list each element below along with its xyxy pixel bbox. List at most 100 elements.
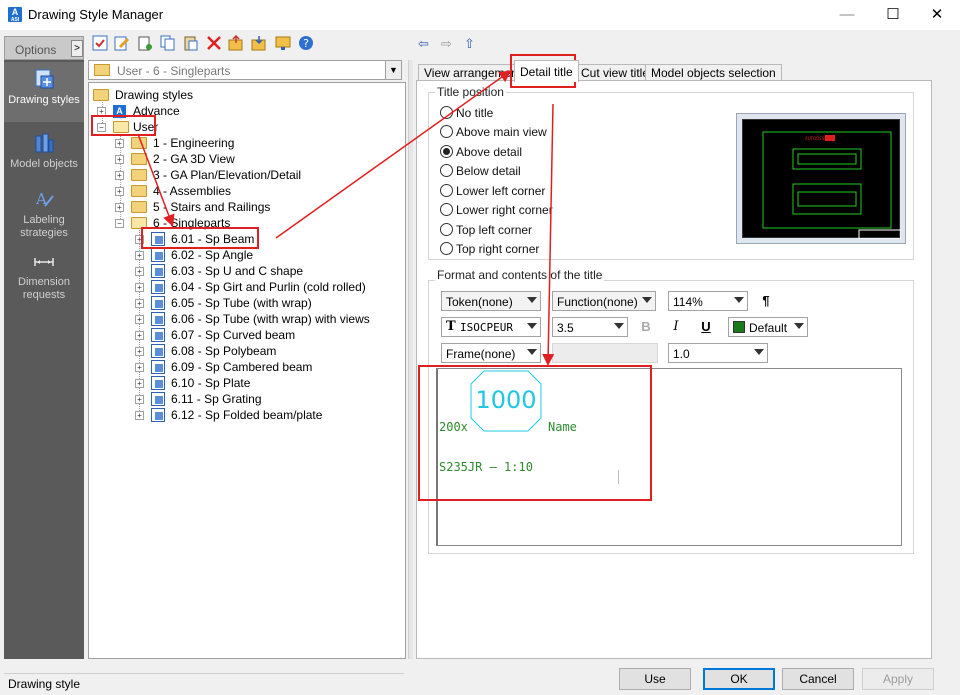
tree-label: 1 - Engineering	[153, 136, 235, 150]
font-dropdown[interactable]: T ISOCPEUR	[441, 317, 541, 337]
radio-above-main-view[interactable]: Above main view	[440, 125, 590, 141]
drawing-style-icon	[151, 344, 165, 358]
pilcrow-icon[interactable]: ¶	[756, 291, 776, 311]
collapse-icon[interactable]: −	[115, 219, 124, 228]
up-arrow-icon[interactable]: ⇧	[464, 36, 475, 52]
nav-dimension-requests[interactable]: Dimension requests	[4, 248, 84, 304]
token-dropdown[interactable]: Token(none)	[441, 291, 541, 311]
color-dropdown[interactable]: Default	[728, 317, 808, 337]
zoom-dropdown[interactable]: 114%	[668, 291, 748, 311]
svg-text:AUTODESK: AUTODESK	[805, 136, 827, 141]
drawing-styles-tree: Drawing styles + A Advance − User +1 - E…	[88, 82, 406, 659]
new-icon[interactable]	[137, 35, 153, 51]
drawing-style-icon	[151, 392, 165, 406]
frame-dropdown[interactable]: Frame(none)	[441, 343, 541, 363]
svg-text:?: ?	[303, 37, 309, 50]
tree-label: 6.08 - Sp Polybeam	[171, 344, 277, 358]
model-objects-icon	[35, 133, 54, 153]
radio-top-left-corner[interactable]: Top left corner	[440, 223, 590, 239]
radio-lower-right-corner[interactable]: Lower right corner	[440, 203, 590, 219]
left-navigation: Options > Drawing styles Model objects A…	[4, 36, 84, 659]
tree-label: 6.03 - Sp U and C shape	[171, 264, 304, 278]
text-size-dropdown[interactable]: 3.5	[552, 317, 628, 337]
format-legend: Format and contents of the title	[435, 268, 605, 282]
expand-icon[interactable]: +	[135, 251, 144, 260]
nav-drawing-styles[interactable]: Drawing styles	[4, 62, 84, 122]
copy-icon[interactable]	[160, 35, 176, 51]
italic-button[interactable]: I	[666, 317, 686, 337]
expand-icon[interactable]: +	[135, 411, 144, 420]
drawing-style-selector[interactable]: User - 6 - Singleparts ▼	[88, 60, 402, 80]
help-icon[interactable]: ?	[298, 35, 314, 51]
drawing-style-icon	[151, 280, 165, 294]
tree-label: 4 - Assemblies	[153, 184, 232, 198]
ok-button[interactable]: OK	[703, 668, 775, 690]
expand-icon[interactable]: +	[135, 347, 144, 356]
minimize-button[interactable]: —	[824, 0, 870, 30]
tree-label: 6.07 - Sp Curved beam	[171, 328, 296, 342]
nav-dimension-label-1: Dimension	[18, 276, 70, 288]
edit-icon[interactable]	[114, 35, 130, 51]
radio-top-right-corner[interactable]: Top right corner	[440, 242, 590, 258]
maximize-button[interactable]: ☐	[870, 0, 916, 30]
ratio-dropdown[interactable]: 1.0	[668, 343, 768, 363]
expand-icon[interactable]: +	[115, 187, 124, 196]
bold-button[interactable]: B	[636, 317, 656, 337]
folder-icon	[131, 153, 147, 165]
expand-icon[interactable]: +	[135, 395, 144, 404]
expand-icon[interactable]: +	[135, 331, 144, 340]
expand-icon[interactable]: +	[135, 267, 144, 276]
forward-arrow-icon[interactable]: ⇨	[441, 36, 452, 52]
drawing-style-icon	[151, 376, 165, 390]
expand-icon[interactable]: +	[115, 171, 124, 180]
options-bar[interactable]: Options >	[4, 36, 84, 60]
radio-below-detail[interactable]: Below detail	[440, 164, 590, 180]
options-expand-button[interactable]: >	[71, 40, 83, 57]
tree-label: 6.09 - Sp Cambered beam	[171, 360, 313, 374]
cancel-button[interactable]: Cancel	[782, 668, 854, 690]
delete-icon[interactable]	[206, 35, 222, 51]
folder-import-icon[interactable]	[251, 35, 267, 51]
folder-icon	[93, 89, 109, 101]
back-arrow-icon[interactable]: ⇦	[418, 36, 429, 52]
expand-icon[interactable]: +	[135, 315, 144, 324]
window-title: Drawing Style Manager	[28, 7, 164, 22]
preview-drawing-graphic: AUTODESK	[762, 131, 902, 240]
nav-labeling-strategies[interactable]: A Labeling strategies	[4, 186, 84, 242]
underline-button[interactable]: U	[696, 317, 716, 337]
options-label: Options	[15, 43, 57, 57]
expand-icon[interactable]: +	[115, 155, 124, 164]
expand-icon[interactable]: +	[135, 299, 144, 308]
expand-icon[interactable]: +	[135, 379, 144, 388]
expand-icon[interactable]: +	[135, 363, 144, 372]
preview-icon[interactable]	[275, 35, 291, 51]
check-icon[interactable]	[92, 35, 108, 51]
apply-button[interactable]: Apply	[862, 668, 934, 690]
radio-lower-left-corner[interactable]: Lower left corner	[440, 184, 590, 200]
close-button[interactable]: ✕	[914, 0, 960, 30]
expand-icon[interactable]: +	[115, 203, 124, 212]
paste-icon[interactable]	[183, 35, 199, 51]
tree-label: 2 - GA 3D View	[153, 152, 235, 166]
radio-no-title[interactable]: No title	[440, 106, 590, 122]
panel-splitter[interactable]	[408, 60, 413, 659]
nav-model-objects[interactable]: Model objects	[4, 128, 84, 178]
expand-icon[interactable]: +	[135, 283, 144, 292]
drawing-style-icon	[151, 296, 165, 310]
app-icon: A ASI	[8, 7, 22, 23]
annotation-box-user	[91, 115, 156, 136]
tab-detail-title[interactable]: Detail title	[514, 60, 579, 82]
drawing-style-icon	[151, 264, 165, 278]
chevron-down-icon[interactable]: ▼	[385, 61, 401, 79]
truetype-font-icon: T	[446, 319, 456, 334]
tab-cut-view-title[interactable]: Cut view title	[575, 64, 656, 81]
drawing-style-icon	[151, 248, 165, 262]
tree-label: Drawing styles	[115, 88, 194, 102]
use-button[interactable]: Use	[619, 668, 691, 690]
tab-model-objects-selection[interactable]: Model objects selection	[645, 64, 782, 81]
expand-icon[interactable]: +	[115, 139, 124, 148]
function-dropdown[interactable]: Function(none)	[552, 291, 656, 311]
folder-export-icon[interactable]	[228, 35, 244, 51]
tree-label: 3 - GA Plan/Elevation/Detail	[153, 168, 302, 182]
radio-above-detail[interactable]: Above detail	[440, 145, 590, 161]
